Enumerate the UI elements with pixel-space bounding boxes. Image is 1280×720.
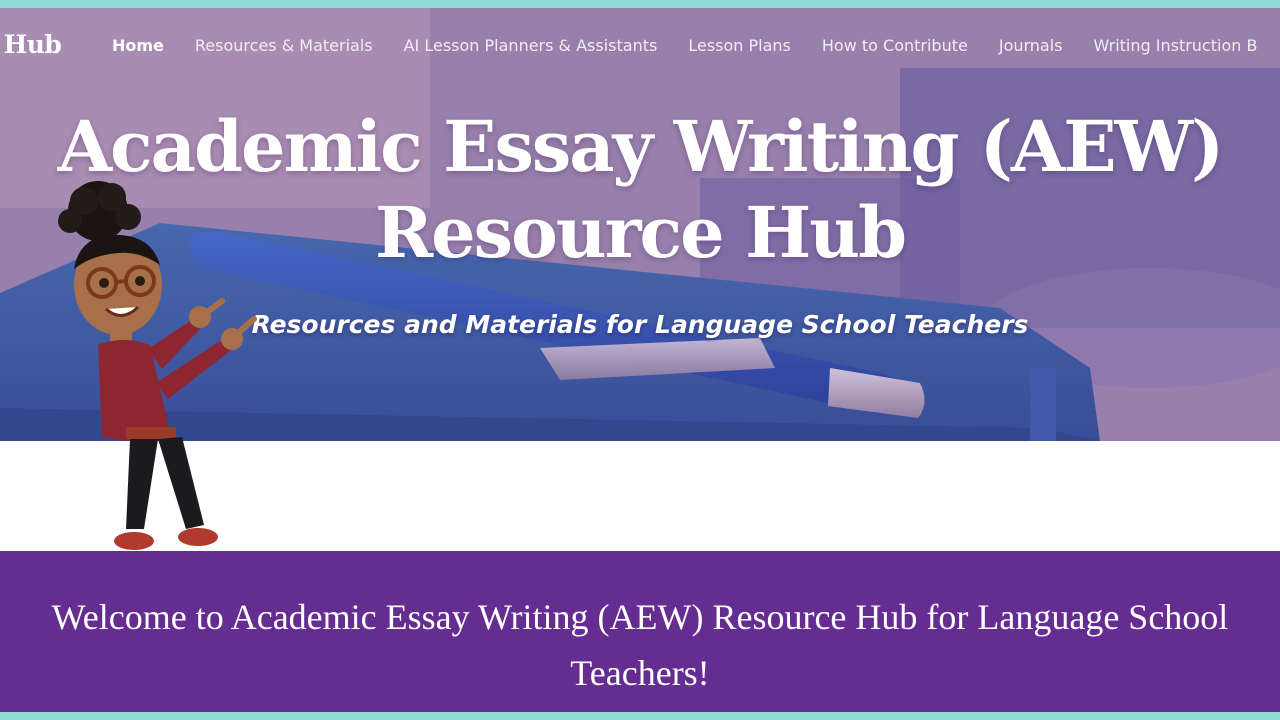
welcome-heading-line2: Teachers! <box>570 653 710 693</box>
teacher-avatar-pointing-icon <box>58 181 257 550</box>
nav-link-resources-materials[interactable]: Resources & Materials <box>195 36 373 55</box>
nav-link-home[interactable]: Home <box>112 36 164 55</box>
site-brand[interactable]: e Hub <box>0 30 62 59</box>
nav-links: Home Resources & Materials AI Lesson Pla… <box>112 36 1280 55</box>
top-navigation: e Hub Home Resources & Materials AI Less… <box>0 30 1280 60</box>
nav-link-lesson-plans[interactable]: Lesson Plans <box>688 36 791 55</box>
welcome-heading: Welcome to Academic Essay Writing (AEW) … <box>0 589 1280 701</box>
welcome-heading-line1: Welcome to Academic Essay Writing (AEW) … <box>51 597 1229 637</box>
nav-link-journals[interactable]: Journals <box>999 36 1063 55</box>
nav-link-writing-instruction[interactable]: Writing Instruction B <box>1094 36 1258 55</box>
page-frame: e Hub Home Resources & Materials AI Less… <box>0 8 1280 712</box>
nav-link-how-to-contribute[interactable]: How to Contribute <box>822 36 968 55</box>
welcome-section: Welcome to Academic Essay Writing (AEW) … <box>0 551 1280 712</box>
nav-link-ai-lesson-planners[interactable]: AI Lesson Planners & Assistants <box>404 36 658 55</box>
